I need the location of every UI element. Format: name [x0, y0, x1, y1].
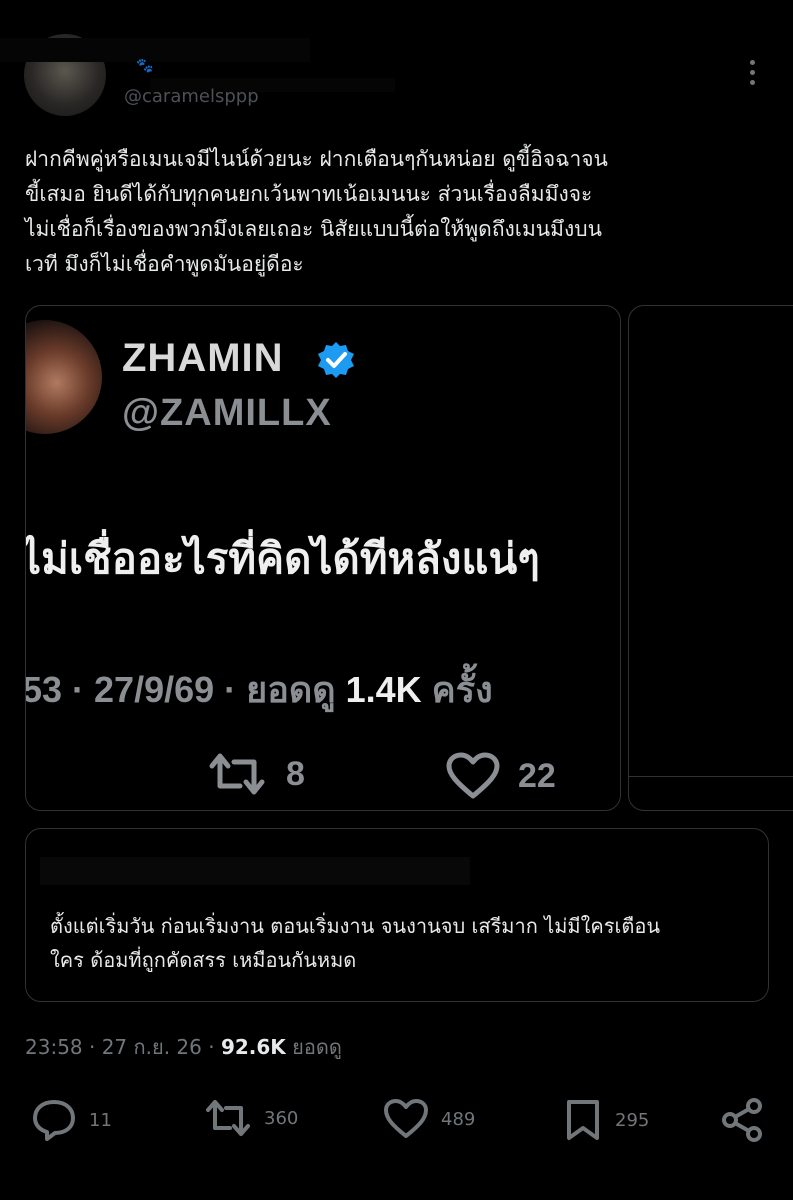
reply-count: 11 [89, 1109, 112, 1131]
verified-badge-icon [318, 342, 354, 378]
media-quote: ไม่เชื่ออะไรที่คิดได้ทีหลังแน่ๆ [25, 534, 540, 583]
share-button[interactable] [720, 1098, 776, 1142]
tweet-text-line: เวที มึงก็ไม่เชื่อคำพูดมันอยู่ดีอะ [25, 252, 304, 276]
media-meta-suffix: ครั้ง [421, 669, 493, 710]
share-icon [722, 1098, 762, 1142]
quoted-text-line: ตั้งแต่เริ่มวัน ก่อนเริ่มงาน ตอนเริ่มงาน… [50, 914, 661, 938]
media-meta-views: 1.4K [345, 669, 422, 710]
quoted-tweet-text: ตั้งแต่เริ่มวัน ก่อนเริ่มงาน ตอนเริ่มงาน… [50, 909, 750, 977]
media-retweet-count: 8 [286, 754, 305, 793]
retweet-button[interactable]: 360 [204, 1098, 298, 1138]
bookmark-count: 295 [615, 1109, 650, 1131]
like-count: 489 [441, 1108, 476, 1130]
quoted-text-line: ใคร ด้อมที่ถูกคัดสรร เหมือนกันหมด [50, 948, 357, 972]
tweet-view-count: 92.6K [220, 1035, 286, 1059]
more-options-icon[interactable] [742, 60, 762, 94]
media-meta-prefix: 53 · 27/9/69 · ยอดดู [25, 669, 346, 710]
retweet-icon [206, 1100, 250, 1136]
retweet-icon [209, 753, 265, 795]
retweet-count: 360 [264, 1107, 299, 1129]
redacted-name [0, 38, 310, 62]
paw-icon: 🐾 [136, 58, 154, 74]
media-handle: @ZAMILLX [122, 392, 332, 434]
bookmark-button[interactable]: 295 [563, 1098, 649, 1142]
media-avatar [26, 320, 102, 434]
media-like-stat: 22 [446, 752, 556, 800]
heart-icon [446, 752, 500, 799]
redacted-quoted-name [40, 857, 470, 885]
tweet-text-line: ฝากคีพคู่หรือเมนเจมีไนน์ด้วยนะ ฝากเตือนๆ… [25, 147, 608, 171]
user-handle[interactable]: @caramelsppp [124, 86, 259, 107]
tweet-text-line: ขี้เสมอ ยินดีได้กับทุกคนยกเว้นพาทเน้อเมน… [25, 182, 593, 206]
media-meta: 53 · 27/9/69 · ยอดดู 1.4K ครั้ง [25, 661, 493, 718]
tweet-meta: 23:58 · 27 ก.ย. 26 · 92.6K ยอดดู [25, 1031, 342, 1063]
media-image[interactable]: ZHAMIN @ZAMILLX ไม่เชื่ออะไรที่คิดได้ทีห… [25, 305, 621, 811]
media-image-secondary[interactable] [628, 305, 793, 811]
media-name: ZHAMIN [122, 336, 284, 380]
tweet-text: ฝากคีพคู่หรือเมนเจมีไนน์ด้วยนะ ฝากเตือนๆ… [25, 142, 775, 282]
media-retweet-stat: 8 [206, 752, 305, 796]
heart-icon [384, 1099, 428, 1138]
bookmark-icon [567, 1100, 599, 1140]
reply-icon [33, 1100, 75, 1141]
tweet-timestamp[interactable]: 23:58 · 27 ก.ย. 26 · [25, 1035, 221, 1059]
tweet-view-label: ยอดดู [285, 1035, 342, 1059]
quoted-tweet[interactable]: ตั้งแต่เริ่มวัน ก่อนเริ่มงาน ตอนเริ่มงาน… [25, 828, 769, 1002]
tweet-header: 🐾 @caramelsppp [0, 0, 793, 120]
media-divider [629, 776, 793, 777]
reply-button[interactable]: 11 [31, 1098, 112, 1142]
media-like-count: 22 [518, 756, 556, 795]
like-button[interactable]: 489 [383, 1098, 475, 1140]
tweet-text-line: ไม่เชื่อก็เรื่องของพวกมึงเลยเถอะ นิสัยแบ… [25, 217, 602, 241]
action-bar: 11 360 489 295 [0, 1090, 793, 1150]
